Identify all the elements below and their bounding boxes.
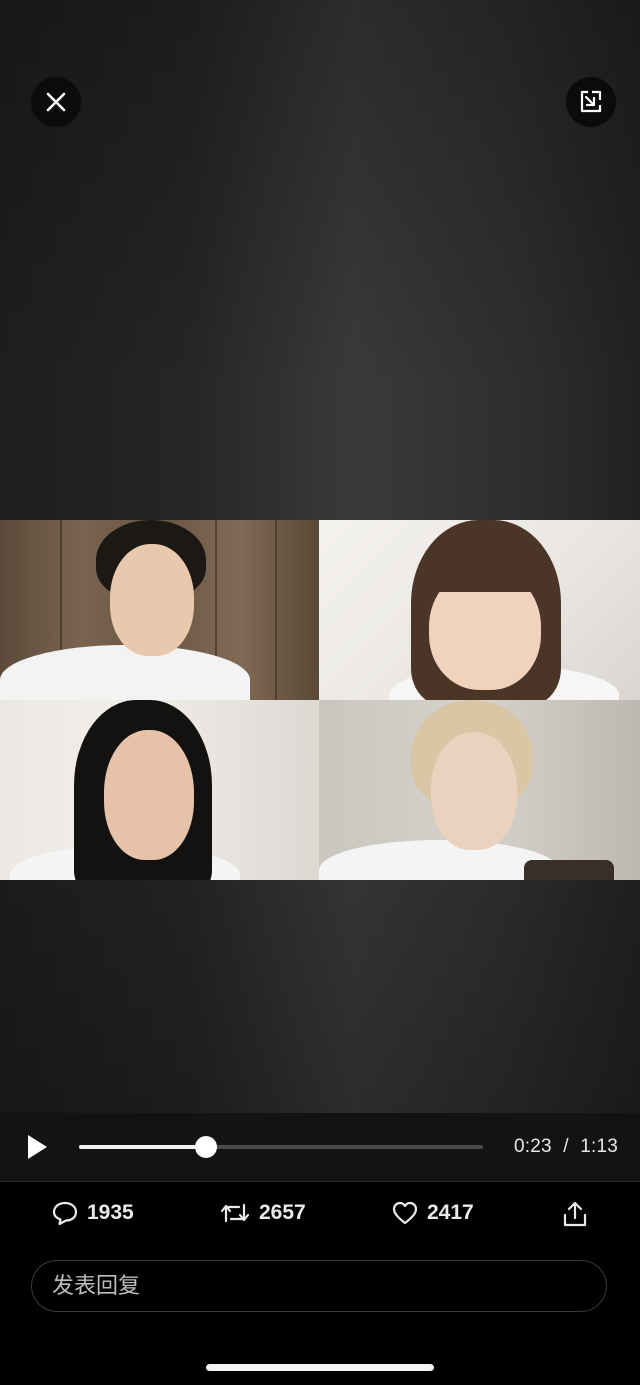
- like-action[interactable]: 2417: [391, 1199, 474, 1227]
- progress-fill: [79, 1145, 207, 1149]
- chair-back: [524, 860, 614, 880]
- reply-action[interactable]: 1935: [51, 1199, 134, 1227]
- retweet-count: 2657: [259, 1201, 306, 1224]
- exit-fullscreen-button[interactable]: [566, 77, 616, 127]
- duration: 1:13: [580, 1136, 618, 1157]
- share-icon: [563, 1201, 587, 1227]
- progress-track[interactable]: [79, 1136, 483, 1158]
- video-tile-bottom-right: [319, 700, 640, 880]
- time-display: 0:23 / 1:13: [514, 1136, 618, 1158]
- reply-input[interactable]: [50, 1261, 584, 1312]
- wood-plank-line: [275, 520, 277, 700]
- retweet-icon: [220, 1203, 250, 1223]
- playback-controls: 0:23 / 1:13: [0, 1113, 640, 1181]
- tweet-actions: 1935 2657 2417: [0, 1182, 640, 1250]
- video-call-grid: [0, 520, 640, 880]
- reply-count: 1935: [87, 1201, 134, 1224]
- exit-fullscreen-icon: [580, 90, 602, 113]
- retweet-action[interactable]: 2657: [219, 1199, 306, 1227]
- like-count: 2417: [427, 1201, 474, 1224]
- video-player-screen: 0:23 / 1:13 1935 2657 2417: [0, 0, 640, 1385]
- play-icon[interactable]: [24, 1133, 50, 1161]
- person-face: [110, 544, 194, 656]
- video-tile-top-right: [319, 520, 640, 700]
- close-icon: [46, 92, 66, 112]
- person-face: [431, 732, 517, 850]
- home-indicator[interactable]: [206, 1364, 434, 1371]
- video-tile-bottom-left: [0, 700, 319, 880]
- person-bangs: [419, 550, 551, 592]
- video-tile-top-left: [0, 520, 319, 700]
- time-separator: /: [563, 1136, 569, 1157]
- heart-icon: [392, 1201, 418, 1225]
- person-shirt: [0, 645, 250, 700]
- video-frame[interactable]: [0, 0, 640, 1113]
- current-time: 0:23: [513, 1136, 552, 1157]
- person-face: [104, 730, 194, 860]
- share-action[interactable]: [561, 1200, 589, 1228]
- person-shirt: [319, 840, 559, 880]
- progress-thumb[interactable]: [195, 1136, 218, 1158]
- reply-input-container[interactable]: [31, 1260, 607, 1312]
- reply-icon: [52, 1201, 78, 1226]
- close-button[interactable]: [31, 77, 81, 127]
